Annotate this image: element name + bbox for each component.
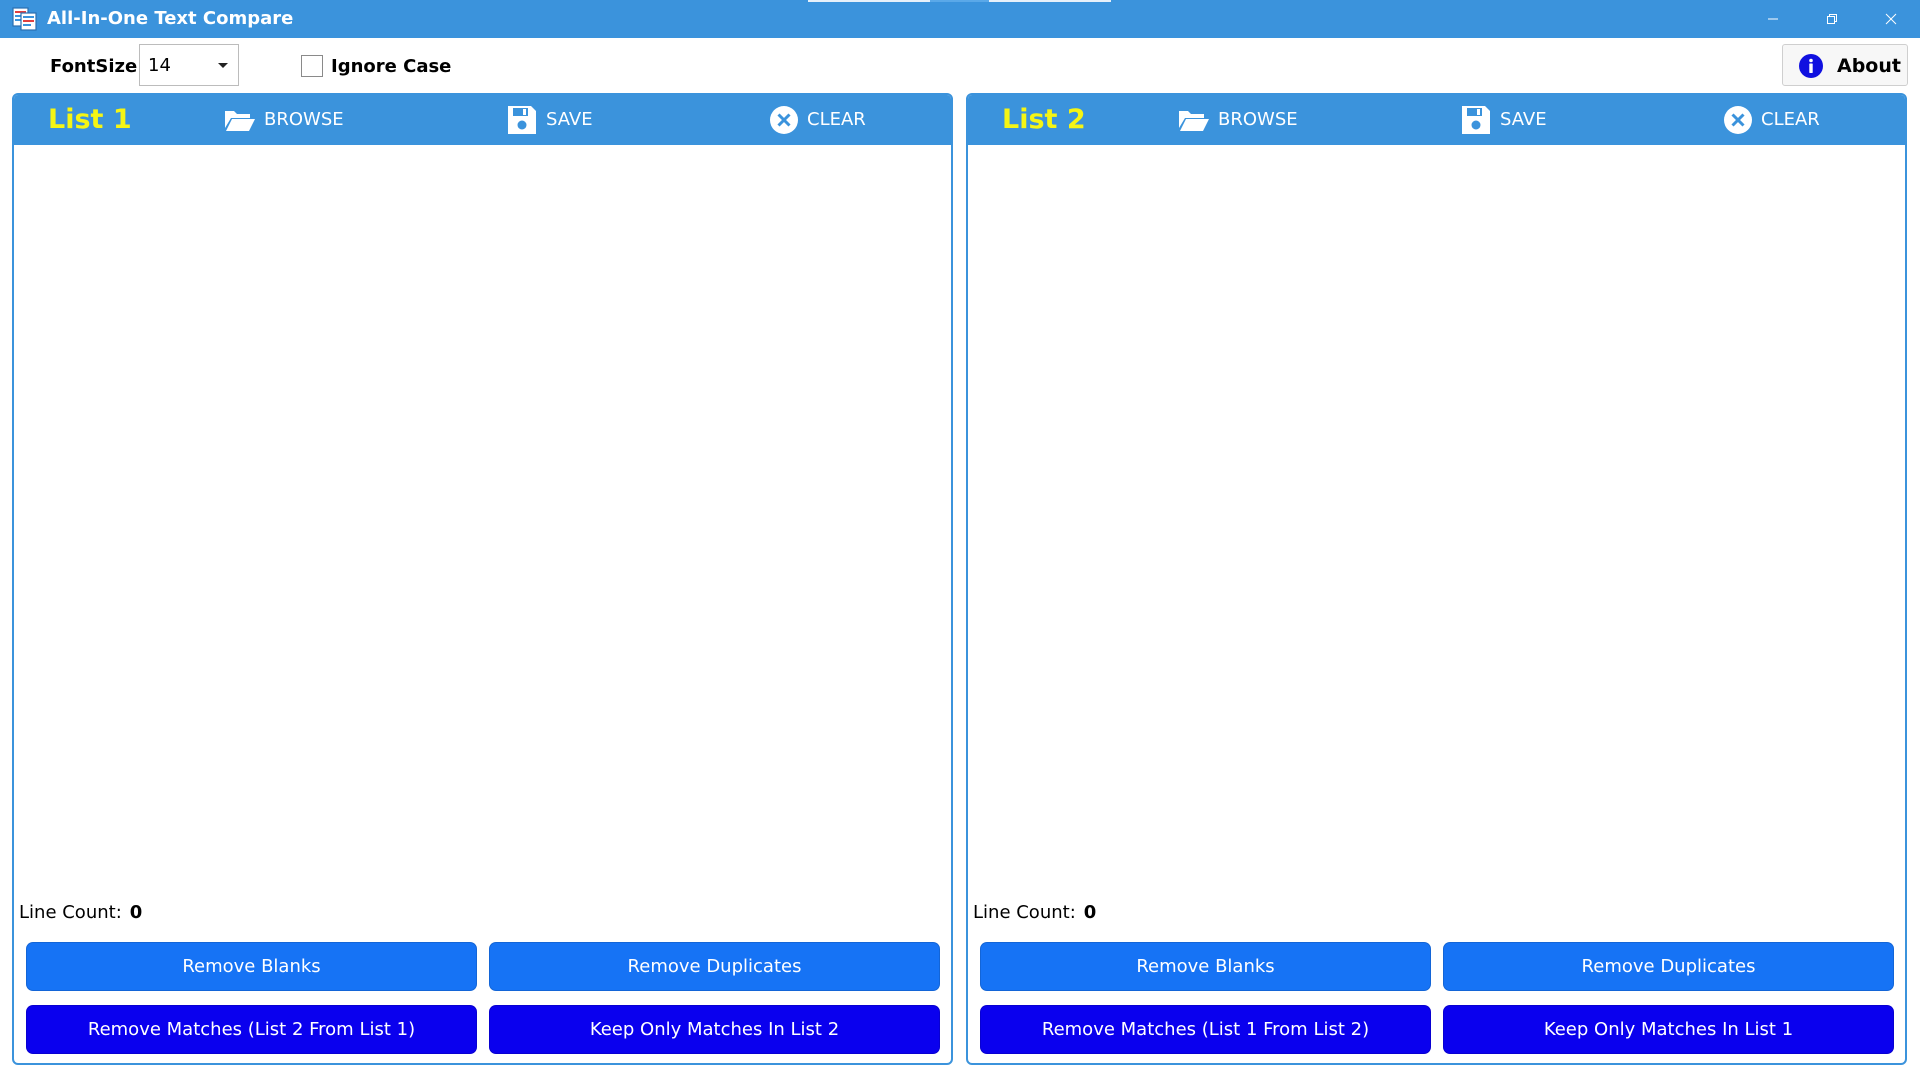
list2-clear-button[interactable]: CLEAR [1723, 95, 1820, 145]
minimize-button[interactable] [1744, 0, 1802, 38]
info-icon [1799, 54, 1823, 78]
restore-icon [1826, 13, 1838, 25]
list1-clear-label: CLEAR [807, 109, 866, 130]
list1-text-area[interactable] [14, 145, 951, 890]
floppy-disk-icon [506, 104, 546, 136]
list2-clear-label: CLEAR [1761, 109, 1820, 130]
list2-browse-label: BROWSE [1218, 109, 1298, 130]
list2-line-count-label: Line Count: [973, 902, 1076, 923]
app-window: All-In-One Text Compare FontSize: 14 Ign… [0, 0, 1920, 1080]
list1-keep-only-matches-button[interactable]: Keep Only Matches In List 2 [489, 1005, 940, 1054]
toolbar: FontSize: 14 Ignore Case About [0, 38, 1920, 94]
folder-open-icon [1178, 108, 1218, 132]
list1-remove-duplicates-button[interactable]: Remove Duplicates [489, 942, 940, 991]
title-accent [930, 0, 989, 2]
list1-browse-button[interactable]: BROWSE [224, 95, 344, 145]
list2-title: List 2 [1002, 104, 1086, 135]
list2-remove-duplicates-button[interactable]: Remove Duplicates [1443, 942, 1894, 991]
list1-save-label: SAVE [546, 109, 593, 130]
about-label: About [1837, 55, 1901, 77]
title-accent [808, 0, 930, 2]
folder-open-icon [224, 108, 264, 132]
close-circle-icon [1723, 105, 1761, 135]
list2-remove-blanks-button[interactable]: Remove Blanks [980, 942, 1431, 991]
list1-remove-matches-button[interactable]: Remove Matches (List 2 From List 1) [26, 1005, 477, 1054]
list2-line-count: Line Count: 0 [973, 902, 1096, 924]
list2-header: List 2 BROWSE SAVE CLEAR [968, 95, 1905, 145]
fontsize-value: 14 [148, 55, 171, 76]
fontsize-label: FontSize: [50, 56, 145, 77]
list1-clear-button[interactable]: CLEAR [769, 95, 866, 145]
close-circle-icon [769, 105, 807, 135]
list1-line-count-value: 0 [129, 902, 143, 923]
ignore-case-label[interactable]: Ignore Case [331, 56, 451, 78]
list2-save-button[interactable]: SAVE [1460, 95, 1547, 145]
chevron-down-icon [218, 63, 228, 68]
list2-save-label: SAVE [1500, 109, 1547, 130]
list2-text-area[interactable] [968, 145, 1905, 890]
close-button[interactable] [1862, 0, 1920, 38]
minimize-icon [1767, 13, 1779, 25]
list1-browse-label: BROWSE [264, 109, 344, 130]
window-title: All-In-One Text Compare [47, 8, 294, 29]
list2-remove-matches-button[interactable]: Remove Matches (List 1 From List 2) [980, 1005, 1431, 1054]
list1-panel: List 1 BROWSE SAVE CLEAR Line Count: 0 R… [12, 93, 953, 1065]
title-accent [989, 0, 1111, 2]
list1-title: List 1 [48, 104, 132, 135]
list2-keep-only-matches-button[interactable]: Keep Only Matches In List 1 [1443, 1005, 1894, 1054]
list2-line-count-value: 0 [1083, 902, 1097, 923]
floppy-disk-icon [1460, 104, 1500, 136]
text-compare-app-icon [12, 7, 38, 31]
list1-save-button[interactable]: SAVE [506, 95, 593, 145]
fontsize-select[interactable]: 14 [139, 44, 239, 86]
list1-remove-blanks-button[interactable]: Remove Blanks [26, 942, 477, 991]
list1-line-count-label: Line Count: [19, 902, 122, 923]
list1-header: List 1 BROWSE SAVE CLEAR [14, 95, 951, 145]
list1-line-count: Line Count: 0 [19, 902, 142, 924]
ignore-case-checkbox[interactable] [301, 55, 323, 77]
title-bar: All-In-One Text Compare [0, 0, 1920, 38]
close-icon [1885, 13, 1897, 25]
list2-panel: List 2 BROWSE SAVE CLEAR Line Count: 0 R… [966, 93, 1907, 1065]
list2-browse-button[interactable]: BROWSE [1178, 95, 1298, 145]
about-button[interactable]: About [1782, 44, 1908, 86]
restore-button[interactable] [1803, 0, 1861, 38]
